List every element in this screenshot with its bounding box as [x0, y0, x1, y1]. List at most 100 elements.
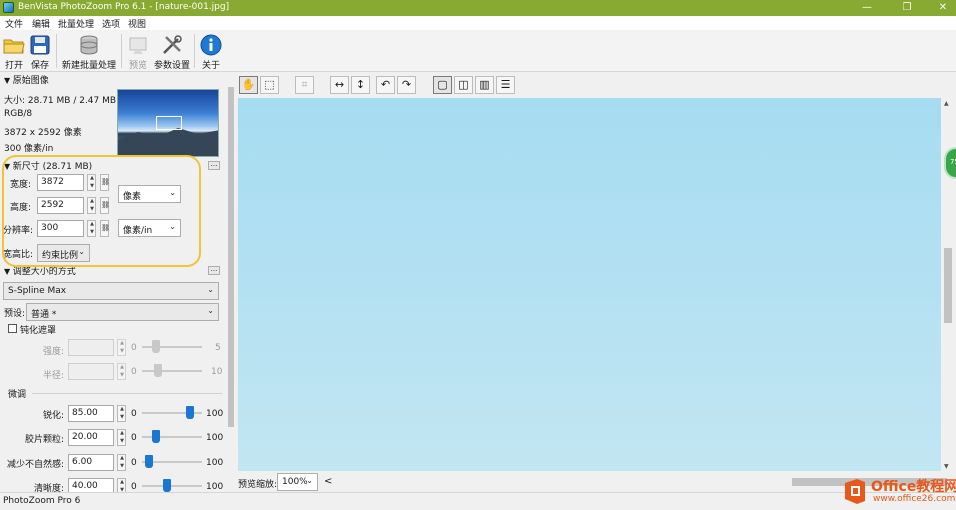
open-button[interactable]: 打开	[2, 32, 26, 71]
crop-button[interactable]: ⌗	[295, 76, 314, 94]
finetune-min: 0	[131, 458, 137, 468]
settings-button[interactable]: 参数设置	[154, 32, 190, 71]
finetune-max: 100	[206, 409, 224, 419]
preset-label: 预设:	[4, 309, 26, 319]
finetune-slider-track[interactable]	[142, 485, 202, 487]
preview-button[interactable]: 预览	[126, 32, 150, 71]
unsharp-mask-checkbox[interactable]	[8, 324, 17, 333]
toolbar-separator	[56, 34, 57, 68]
finetune-min: 0	[131, 482, 137, 492]
finetune-stepper[interactable]: ▲ ▼	[117, 478, 126, 492]
chevron-down-icon: ⌄	[306, 476, 313, 485]
finetune-stepper[interactable]: ▲ ▼	[117, 454, 126, 471]
strength-max: 5	[215, 343, 221, 353]
preset-select[interactable]: 普通 * ⌄	[26, 303, 219, 321]
office-logo-icon	[845, 479, 865, 504]
finetune-stepper[interactable]: ▲ ▼	[117, 405, 126, 422]
info-icon	[200, 34, 222, 56]
finetune-slider-thumb[interactable]	[186, 406, 194, 419]
strength-input[interactable]	[68, 339, 114, 356]
finetune-max: 100	[206, 458, 224, 468]
menu-options[interactable]: 选项	[102, 17, 120, 30]
original-dimensions: 3872 x 2592 像素	[4, 128, 82, 138]
flip-horizontal-button[interactable]: ↔	[330, 76, 349, 94]
radius-input[interactable]	[68, 363, 114, 380]
finetune-stepper[interactable]: ▲ ▼	[117, 429, 126, 446]
toolbar-separator	[121, 34, 122, 68]
view-toolbar: ✋ ⬚ ⌗ ↔ ↕ ↶ ↷ ▢ ◫ ▥ ☰	[237, 72, 956, 98]
tools-icon	[163, 35, 182, 54]
single-view-button[interactable]: ▢	[433, 76, 452, 94]
finetune-input[interactable]: 6.00	[68, 454, 114, 471]
about-button[interactable]: 关于	[199, 32, 223, 71]
status-bar: PhotoZoom Pro 6	[0, 492, 956, 510]
hand-tool-button[interactable]: ✋	[239, 76, 258, 94]
finetune-slider-thumb[interactable]	[145, 455, 153, 468]
scrollbar-thumb[interactable]	[944, 248, 952, 323]
radius-slider-track[interactable]	[142, 370, 202, 372]
finetune-slider-track[interactable]	[142, 436, 202, 438]
side-by-side-icon: ▥	[479, 78, 490, 91]
scroll-left-icon[interactable]: <	[324, 476, 332, 487]
finetune-max: 100	[206, 482, 224, 492]
zoom-label: 预览缩放:	[238, 480, 278, 490]
finetune-label: 锐化:	[42, 411, 64, 421]
scroll-down-icon[interactable]: ▼	[944, 463, 949, 470]
watermark: Office教程网 www.office26.com	[842, 472, 956, 510]
rotate-left-button[interactable]: ↶	[376, 76, 395, 94]
chevron-down-icon: ⌄	[207, 285, 214, 294]
minimize-button[interactable]: —	[854, 0, 880, 16]
zoom-select[interactable]: 100% ⌄	[277, 473, 318, 491]
finetune-label: 减少不自然感:	[6, 460, 64, 470]
strength-stepper[interactable]: ▲ ▼	[117, 339, 126, 356]
preview-window-icon	[129, 37, 147, 54]
finetune-input[interactable]: 85.00	[68, 405, 114, 422]
original-size: 大小: 28.71 MB / 2.47 MB	[4, 96, 117, 106]
menu-file[interactable]: 文件	[5, 17, 23, 30]
finetune-input[interactable]: 40.00	[68, 478, 114, 492]
new-size-more-button[interactable]: ...	[208, 161, 220, 170]
menu-batch[interactable]: 批量处理	[58, 17, 94, 30]
rotate-right-button[interactable]: ↷	[397, 76, 416, 94]
strength-slider-track[interactable]	[142, 346, 202, 348]
original-image-header[interactable]: ▼ 原始图像	[4, 73, 49, 86]
finetune-label: 清晰度:	[33, 484, 64, 492]
resize-method-select[interactable]: S-Spline Max ⌄	[3, 282, 219, 300]
horizontal-arrows-icon: ↔	[334, 78, 345, 91]
radius-stepper[interactable]: ▲ ▼	[117, 363, 126, 380]
finetune-slider-thumb[interactable]	[163, 479, 171, 492]
floating-badge[interactable]: 75	[944, 147, 956, 179]
app-icon	[3, 2, 14, 13]
strength-slider-thumb[interactable]	[152, 340, 160, 353]
image-preview[interactable]	[238, 98, 941, 471]
toolbar-separator	[194, 34, 195, 68]
menu-view[interactable]: 视图	[128, 17, 146, 30]
crop-icon: ⌗	[301, 78, 308, 91]
scroll-up-icon[interactable]: ▲	[944, 100, 949, 107]
crop-frame[interactable]	[156, 116, 182, 130]
strength-label: 强度:	[42, 347, 64, 357]
resize-method-more-button[interactable]: ...	[208, 266, 220, 275]
status-text: PhotoZoom Pro 6	[3, 496, 81, 506]
finetune-label: 胶片颗粒:	[24, 435, 64, 445]
finetune-max: 100	[206, 433, 224, 443]
finetune-min: 0	[131, 409, 137, 419]
scrollbar-thumb[interactable]	[228, 87, 234, 427]
radius-slider-thumb[interactable]	[154, 364, 162, 377]
split-view-button[interactable]: ◫	[454, 76, 473, 94]
new-batch-button[interactable]: 新建批量处理	[61, 32, 117, 71]
window-title: BenVista PhotoZoom Pro 6.1 - [nature-001…	[18, 2, 230, 12]
image-thumbnail[interactable]	[117, 89, 219, 157]
restore-button[interactable]: ❐	[894, 0, 920, 16]
finetune-slider-thumb[interactable]	[152, 430, 160, 443]
select-tool-button[interactable]: ⬚	[260, 76, 279, 94]
watermark-title: Office教程网	[871, 479, 956, 495]
side-by-side-button[interactable]: ▥	[475, 76, 494, 94]
menu-edit[interactable]: 编辑	[32, 17, 50, 30]
finetune-input[interactable]: 20.00	[68, 429, 114, 446]
save-button[interactable]: 保存	[28, 32, 52, 71]
flip-vertical-button[interactable]: ↕	[351, 76, 370, 94]
stacked-view-button[interactable]: ☰	[496, 76, 515, 94]
close-button[interactable]: ✕	[930, 0, 956, 16]
left-panel-scrollbar[interactable]	[226, 72, 236, 492]
